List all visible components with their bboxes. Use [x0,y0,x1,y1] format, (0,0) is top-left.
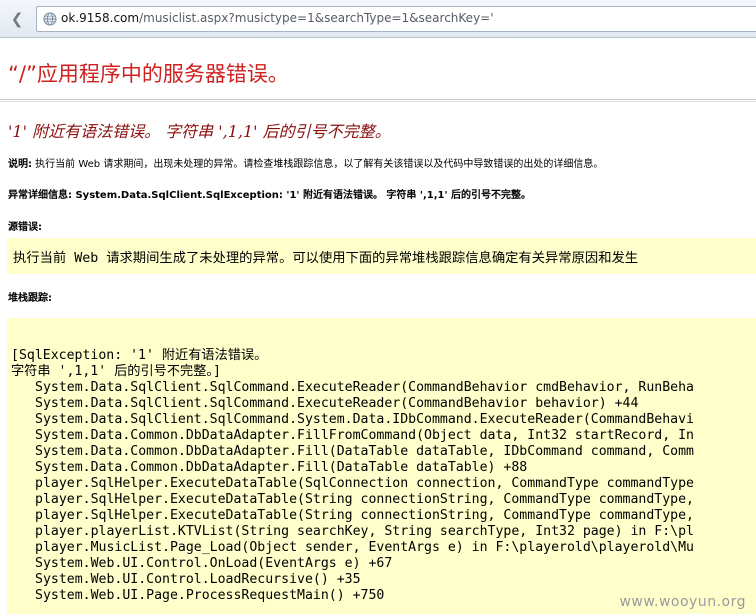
stack-line: player.SqlHelper.ExecuteDataTable(String… [35,492,694,507]
source-error-text: 执行当前 Web 请求期间生成了未处理的异常。可以使用下面的异常堆栈跟踪信息确定… [13,251,639,266]
url-domain: ok.9158.com [61,11,140,25]
url-text: ok.9158.com/musiclist.aspx?musictype=1&s… [61,11,494,25]
stack-line: System.Data.Common.DbDataAdapter.Fill(Da… [35,460,528,475]
stack-line: System.Web.UI.Control.OnLoad(EventArgs e… [35,556,393,571]
error-heading: '1' 附近有语法错误。 字符串 ',1,1' 后的引号不完整。 [8,122,391,141]
description-line: 说明: 执行当前 Web 请求期间，出现未处理的异常。请检查堆栈跟踪信息，以了解… [8,155,603,170]
stack-line: System.Data.SqlClient.SqlCommand.Execute… [35,396,639,411]
source-error-box: 执行当前 Web 请求期间生成了未处理的异常。可以使用下面的异常堆栈跟踪信息确定… [7,238,756,274]
exception-details-line: 异常详细信息: System.Data.SqlClient.SqlExcepti… [8,186,531,201]
stack-line: System.Data.Common.DbDataAdapter.FillFro… [35,428,694,443]
exception-label: 异常详细信息: [8,190,72,201]
browser-address-bar: ❮ ok.9158.com/musiclist.aspx?musictype=1… [0,0,756,38]
stack-line: [SqlException: '1' 附近有语法错误。 [11,348,268,363]
stack-line: player.MusicList.Page_Load(Object sender… [35,540,694,555]
stack-trace-text: [SqlException: '1' 附近有语法错误。 字符串 ',1,1' 后的… [11,348,694,604]
stack-line: 字符串 ',1,1' 后的引号不完整。] [11,364,221,379]
description-label: 说明: [8,159,32,170]
stack-trace-label: 堆栈跟踪: [8,293,52,304]
stack-line: System.Web.UI.Page.ProcessRequestMain() … [35,588,385,603]
stack-line: player.SqlHelper.ExecuteDataTable(SqlCon… [35,476,694,491]
stack-line: player.SqlHelper.ExecuteDataTable(String… [35,508,694,523]
title-divider [0,99,756,100]
source-error-label: 源错误: [8,222,42,233]
description-text: 执行当前 Web 请求期间，出现未处理的异常。请检查堆栈跟踪信息，以了解有关该错… [32,159,604,170]
stack-line: System.Data.Common.DbDataAdapter.Fill(Da… [35,444,694,459]
stack-line: player.playerList.KTVList(String searchK… [35,524,694,539]
title-divider-shadow [0,101,756,102]
exception-text: System.Data.SqlClient.SqlException: '1' … [72,190,532,201]
url-path: /musiclist.aspx?musictype=1&searchType=1… [139,11,494,25]
stack-line: System.Data.SqlClient.SqlCommand.Execute… [35,380,694,395]
back-arrow-icon[interactable]: ❮ [7,9,27,29]
url-input[interactable]: ok.9158.com/musiclist.aspx?musictype=1&s… [36,6,756,32]
stack-trace-box: [SqlException: '1' 附近有语法错误。 字符串 ',1,1' 后的… [7,318,756,614]
stack-line: System.Web.UI.Control.LoadRecursive() +3… [35,572,361,587]
watermark: www.wooyun.org [619,594,746,610]
page-title: “/”应用程序中的服务器错误。 [8,62,289,86]
stack-line: System.Data.SqlClient.SqlCommand.System.… [35,412,694,427]
page-content: “/”应用程序中的服务器错误。 '1' 附近有语法错误。 字符串 ',1,1' … [0,38,756,614]
globe-icon [43,12,57,26]
